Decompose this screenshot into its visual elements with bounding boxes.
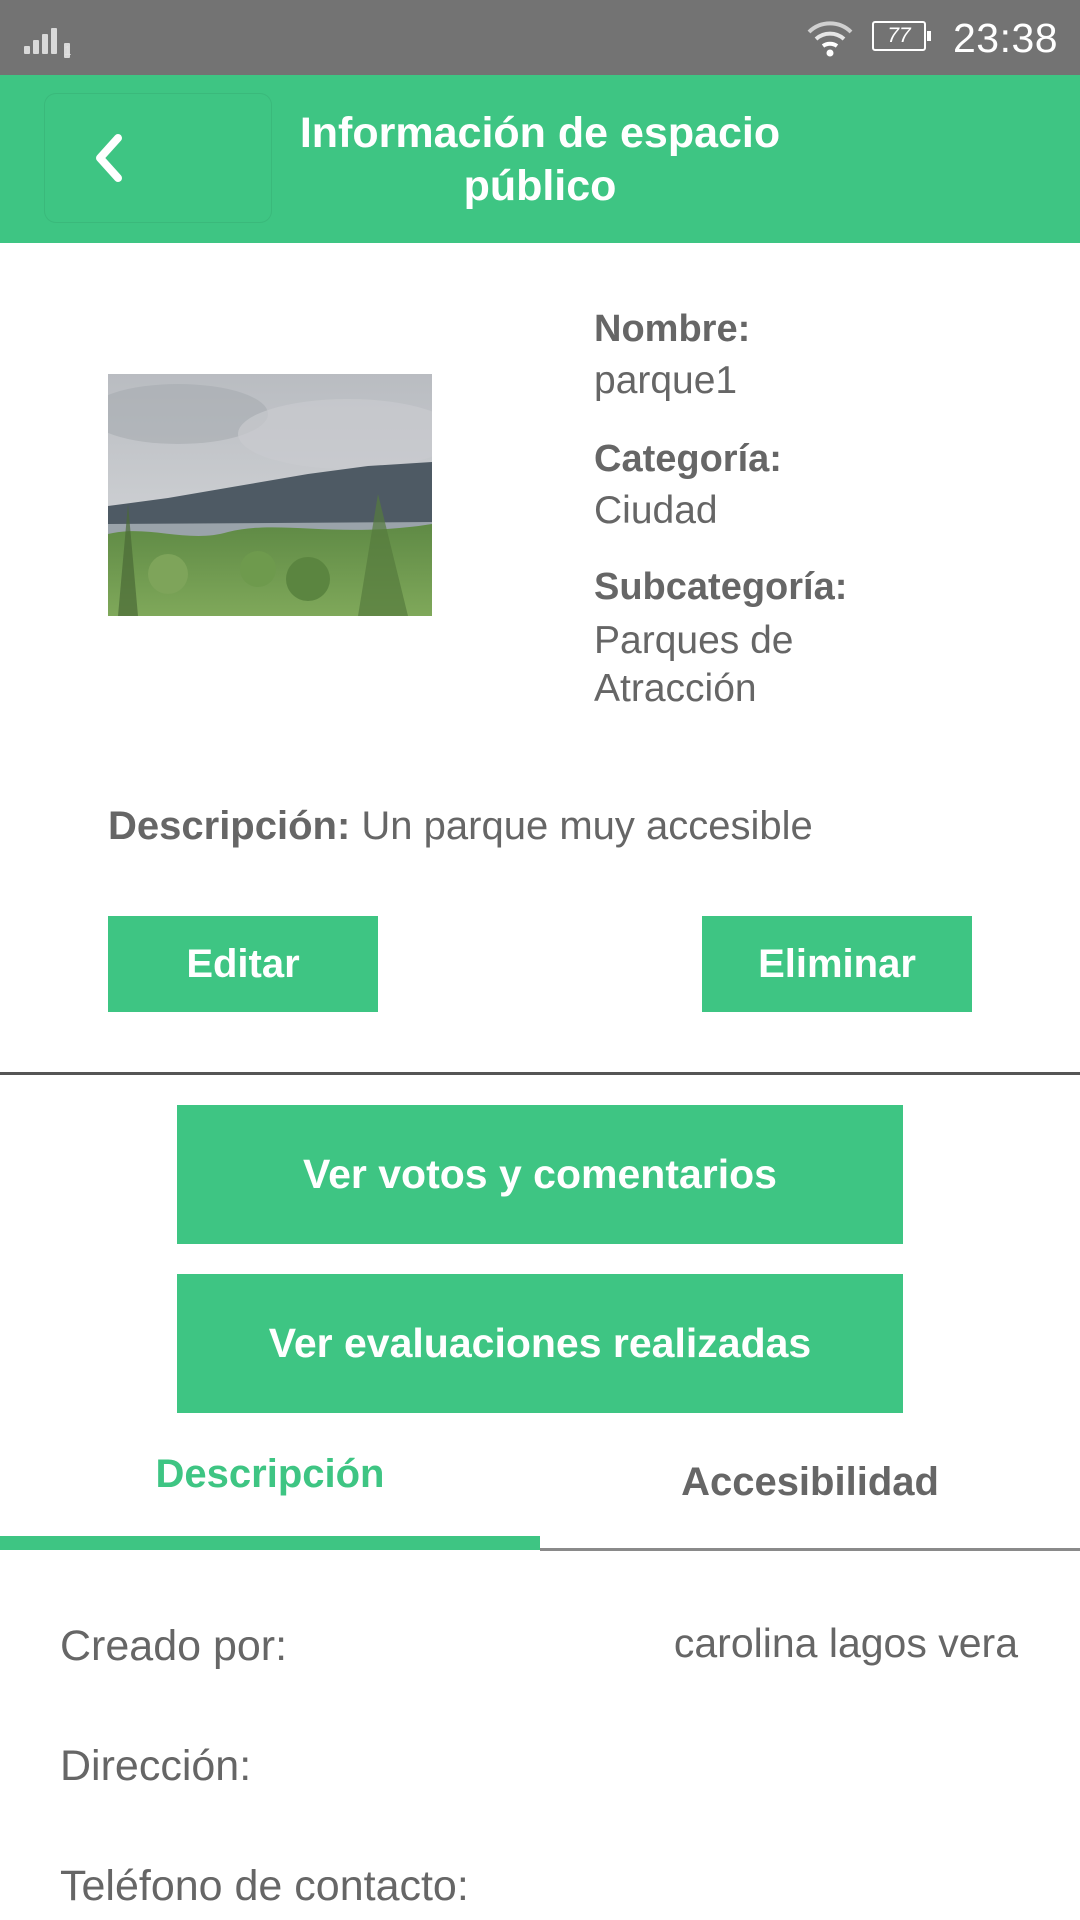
category-value: Ciudad <box>594 489 718 532</box>
tab-underline <box>540 1548 1080 1551</box>
status-bar: 1 77 23:38 <box>0 0 1080 75</box>
edit-button[interactable]: Editar <box>108 916 378 1012</box>
clock: 23:38 <box>953 15 1059 61</box>
tab-active-indicator <box>0 1536 540 1550</box>
place-photo <box>108 374 432 616</box>
signal-icon: 1 <box>24 24 74 58</box>
phone-label: Teléfono de contacto: <box>60 1862 469 1910</box>
battery-level: 77 <box>887 24 911 47</box>
tab-accesibilidad[interactable]: Accesibilidad <box>540 1460 1080 1505</box>
votes-comments-button[interactable]: Ver votos y comentarios <box>177 1105 903 1244</box>
wifi-icon <box>807 21 853 57</box>
battery-icon: 77 <box>872 21 931 51</box>
category-label: Categoría: <box>594 438 782 480</box>
subcategory-label: Subcategoría: <box>594 566 848 608</box>
app-bar: Información de espacio público <box>0 75 1080 243</box>
page-title: Información de espacio público <box>299 109 781 210</box>
category-section: Categoría: Ciudad <box>594 438 782 535</box>
back-button[interactable] <box>44 93 272 223</box>
tab-descripcion[interactable]: Descripción <box>0 1452 540 1497</box>
evaluations-button[interactable]: Ver evaluaciones realizadas <box>177 1274 903 1413</box>
subcategory-section: Subcategoría: Parques de Atracción <box>594 566 894 713</box>
description-line: Descripción: Un parque muy accesible <box>108 804 813 849</box>
chevron-left-icon <box>96 134 122 182</box>
delete-button[interactable]: Eliminar <box>702 916 972 1012</box>
divider <box>0 1072 1080 1075</box>
name-label: Nombre: <box>594 308 751 350</box>
name-value: parque1 <box>594 359 738 402</box>
created-by-label: Creado por: <box>60 1622 288 1670</box>
description-value: Un parque muy accesible <box>350 804 813 848</box>
sim-slot-label: 1 <box>64 43 72 58</box>
description-label: Descripción: <box>108 804 351 848</box>
created-by-value: carolina lagos vera <box>673 1620 1018 1666</box>
name-section: Nombre: parque1 <box>594 308 750 405</box>
subcategory-value: Parques de Atracción <box>594 619 794 710</box>
address-label: Dirección: <box>60 1742 252 1790</box>
